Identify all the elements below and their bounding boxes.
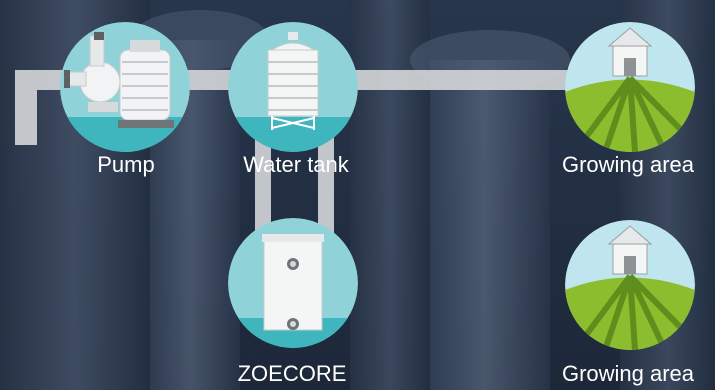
- pipe-left-down: [15, 70, 37, 145]
- growing-area-top-node: [565, 22, 695, 152]
- zoecore-node: [228, 218, 358, 348]
- water-tank-label: Water tank: [243, 152, 349, 177]
- zoecore-unit-icon: [262, 234, 324, 331]
- zoecore-label: ZOECORE: [237, 361, 347, 386]
- water-tank-node: [228, 22, 358, 152]
- growing-area-bottom-node: [565, 220, 695, 350]
- pump-label: Pump: [97, 152, 155, 177]
- pump-node: [60, 22, 190, 152]
- growing-area-top-label: Growing area: [561, 152, 695, 177]
- growing-area-bottom-label: Growing area: [561, 361, 695, 386]
